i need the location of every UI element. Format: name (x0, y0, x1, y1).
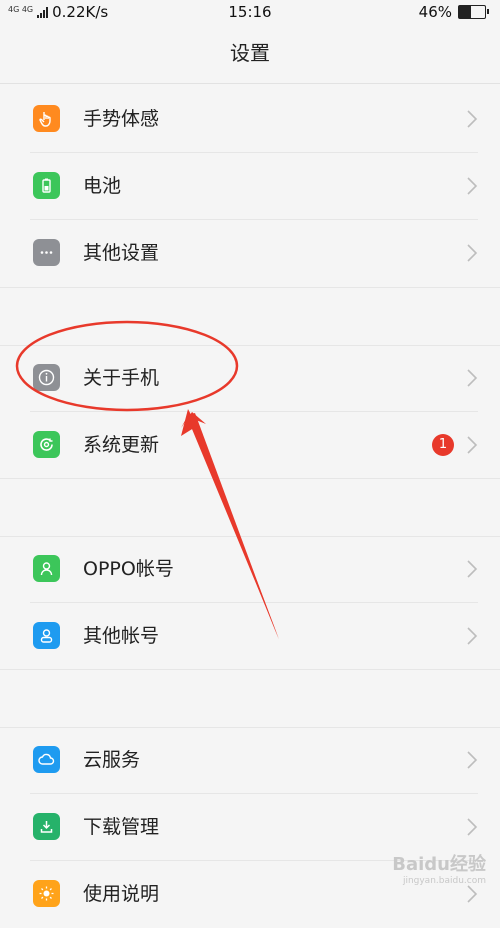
settings-item-battery[interactable]: 电池 (0, 153, 500, 220)
settings-item-label: 使用说明 (83, 883, 160, 905)
settings-item-system-update[interactable]: 系统更新 1 (0, 412, 500, 479)
settings-item-label: 系统更新 (83, 434, 160, 456)
settings-item-other-settings[interactable]: 其他设置 (0, 220, 500, 287)
download-icon (33, 813, 60, 840)
chevron-right-icon (466, 750, 478, 770)
group-divider (0, 287, 500, 288)
chevron-right-icon (466, 435, 478, 455)
settings-item-gesture[interactable]: 手势体感 (0, 86, 500, 153)
settings-item-label: OPPO帐号 (83, 558, 174, 580)
settings-item-label: 电池 (83, 175, 122, 197)
chevron-right-icon (466, 368, 478, 388)
settings-item-other-accounts[interactable]: 其他帐号 (0, 603, 500, 670)
settings-item-cloud-service[interactable]: 云服务 (0, 727, 500, 794)
group-divider (0, 669, 500, 670)
settings-item-oppo-account[interactable]: OPPO帐号 (0, 536, 500, 603)
chevron-right-icon (466, 817, 478, 837)
other-account-icon (33, 622, 60, 649)
group-divider (0, 727, 500, 728)
battery-percent: 46% (418, 3, 452, 21)
chevron-right-icon (466, 243, 478, 263)
settings-item-about-phone[interactable]: 关于手机 (0, 345, 500, 412)
chevron-right-icon (466, 884, 478, 904)
page-title: 设置 (230, 41, 270, 65)
hand-gesture-icon (33, 105, 60, 132)
system-update-icon (33, 431, 60, 458)
oppo-account-icon (33, 555, 60, 582)
battery-icon (458, 5, 489, 19)
more-dots-icon (33, 239, 60, 266)
cloud-icon (33, 746, 60, 773)
group-divider (0, 478, 500, 479)
group-divider (0, 345, 500, 346)
help-icon (33, 880, 60, 907)
settings-item-label: 下载管理 (83, 816, 160, 838)
settings-item-label: 其他帐号 (83, 625, 160, 647)
update-count-badge: 1 (432, 434, 454, 456)
info-icon (33, 364, 60, 391)
battery-icon (33, 172, 60, 199)
settings-item-label: 关于手机 (83, 367, 160, 389)
settings-item-label: 其他设置 (83, 242, 160, 264)
settings-item-label: 云服务 (83, 749, 141, 771)
battery-fill (459, 6, 471, 18)
chevron-right-icon (466, 176, 478, 196)
status-right: 46% (418, 3, 489, 21)
group-divider (0, 536, 500, 537)
header-divider (0, 83, 500, 84)
status-bar: 4G 4G 0.22K/s 15:16 46% (0, 0, 500, 26)
watermark-text: Baidu经验 (392, 854, 486, 875)
settings-item-label: 手势体感 (83, 108, 160, 130)
chevron-right-icon (466, 626, 478, 646)
chevron-right-icon (466, 559, 478, 579)
watermark: Baidu经验 jingyan.baidu.com (392, 850, 486, 886)
chevron-right-icon (466, 109, 478, 129)
watermark-subtext: jingyan.baidu.com (402, 876, 486, 886)
